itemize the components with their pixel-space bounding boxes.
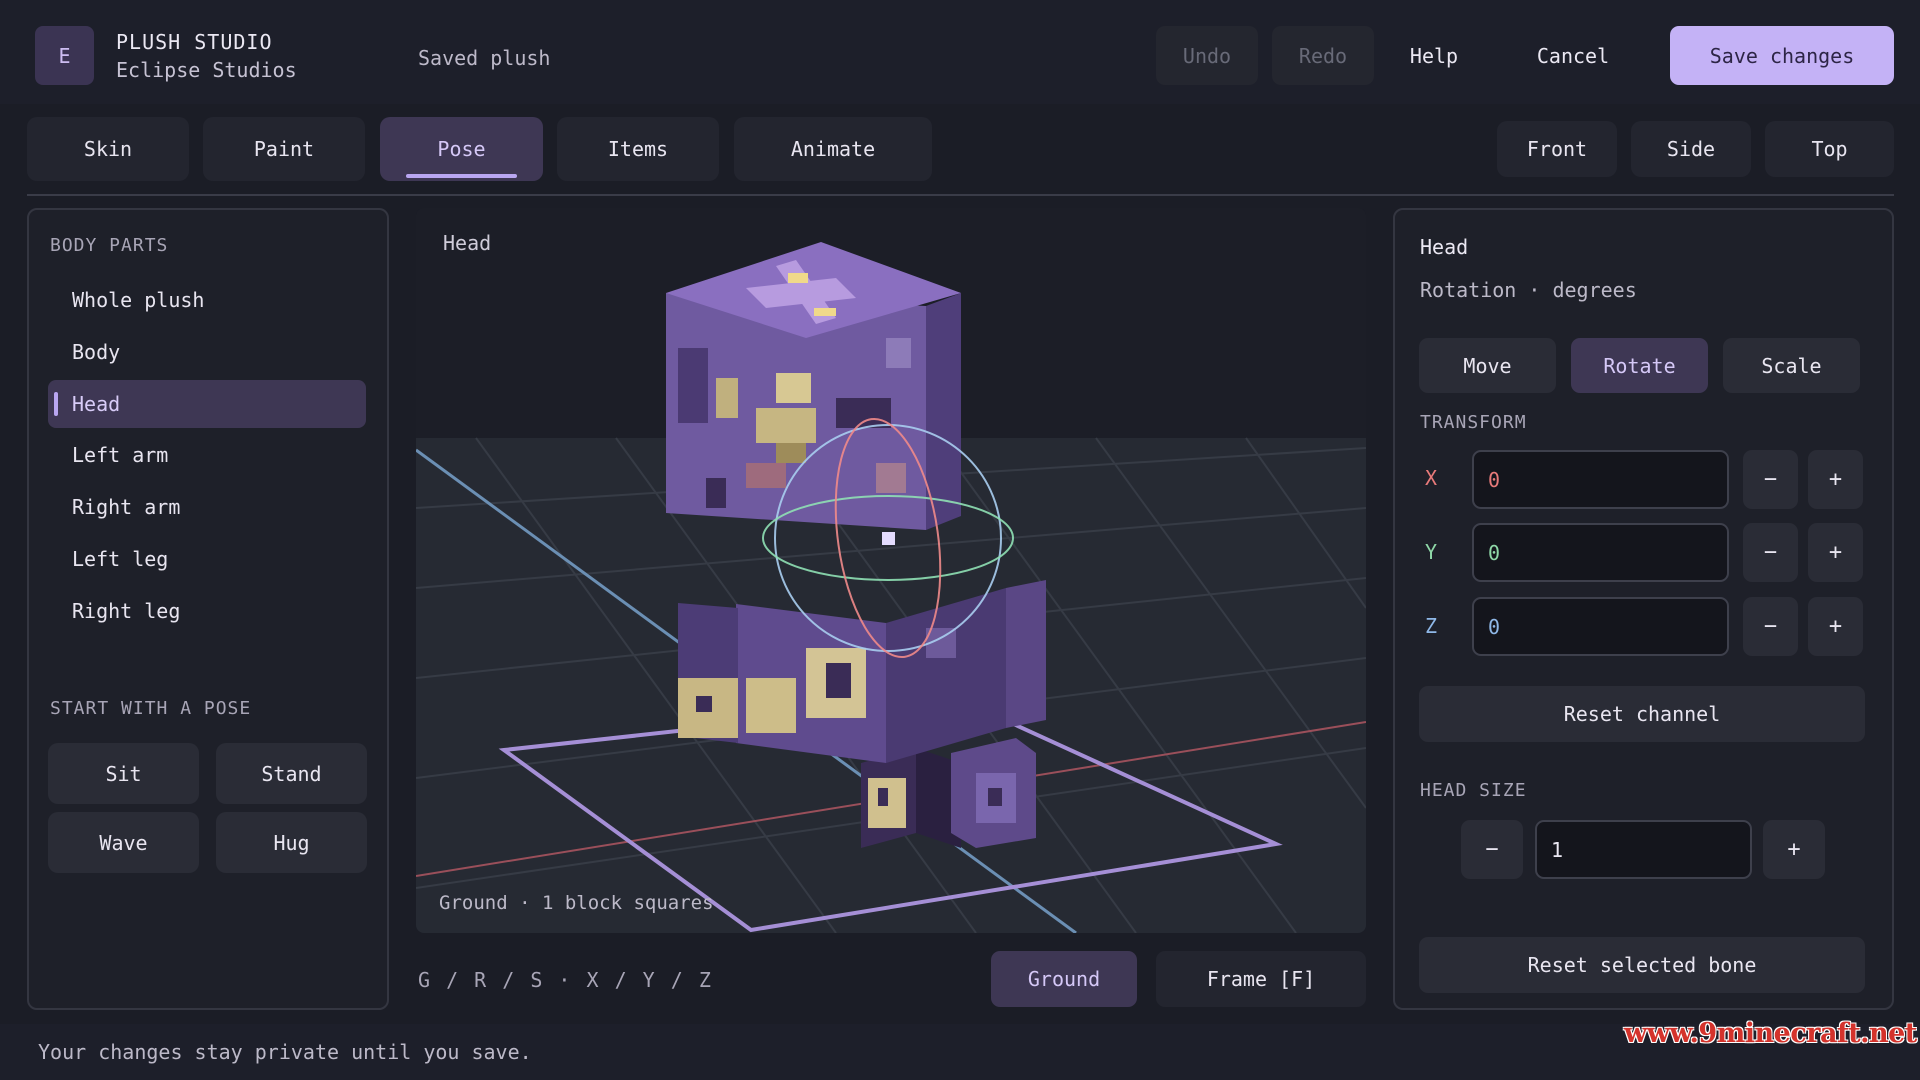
tab-animate[interactable]: Animate [734,117,932,181]
tab-label: Skin [83,137,133,161]
z-axis-label: Z [1425,614,1438,638]
help-button[interactable]: Help [1388,26,1480,85]
body-part-body[interactable]: Body [48,328,366,376]
y-axis-label: Y [1425,540,1438,564]
app-subtitle: Eclipse Studios [116,58,297,82]
ground-toggle-button[interactable]: Ground [991,951,1137,1007]
view-top-button[interactable]: Top [1765,121,1894,177]
pose-sit-button[interactable]: Sit [48,743,199,804]
viewport-selected-label: Head [443,231,492,255]
rotation-y-increment-button[interactable]: + [1808,523,1863,582]
active-tab-indicator [406,174,517,178]
body-part-left-arm[interactable]: Left arm [48,431,366,479]
frame-button[interactable]: Frame [F] [1156,951,1366,1007]
body-part-right-arm[interactable]: Right arm [48,483,366,531]
rotation-y-input[interactable]: 0 [1472,523,1729,582]
mode-rotate-button[interactable]: Rotate [1571,338,1708,393]
pose-wave-button[interactable]: Wave [48,812,199,873]
site-watermark: www.9minecraft.net [1624,1018,1917,1049]
cancel-button[interactable]: Cancel [1490,26,1656,85]
view-front-button[interactable]: Front [1497,121,1617,177]
tab-divider [27,194,1894,196]
head-size-title: HEAD SIZE [1420,780,1527,801]
undo-button[interactable]: Undo [1156,26,1258,85]
body-parts-title: BODY PARTS [50,235,169,256]
body-part-label: Whole plush [72,288,205,312]
body-part-label: Left arm [72,443,169,467]
mode-move-button[interactable]: Move [1419,338,1556,393]
tab-label: Paint [253,137,315,161]
transform-title: TRANSFORM [1420,412,1527,433]
ground-scale-note: Ground · 1 block squares [439,892,714,914]
tab-paint[interactable]: Paint [203,117,365,181]
pose-stand-button[interactable]: Stand [216,743,367,804]
3d-viewport[interactable] [416,208,1366,933]
body-part-label: Head [72,392,121,416]
tab-items[interactable]: Items [557,117,719,181]
rotation-y-decrement-button[interactable]: − [1743,523,1798,582]
head-size-input[interactable]: 1 [1535,820,1752,879]
rotation-x-decrement-button[interactable]: − [1743,450,1798,509]
rotation-z-input[interactable]: 0 [1472,597,1729,656]
body-part-whole-plush[interactable]: Whole plush [48,276,366,324]
body-part-label: Right arm [72,495,181,519]
save-status: Saved plush [418,46,551,70]
selected-bone-title: Head [1420,235,1469,259]
privacy-note: Your changes stay private until you save… [38,1040,532,1064]
app-logo: E [35,26,94,85]
body-part-label: Right leg [72,599,181,623]
rotation-z-decrement-button[interactable]: − [1743,597,1798,656]
x-axis-label: X [1425,466,1438,490]
view-side-button[interactable]: Side [1631,121,1751,177]
rotation-x-input[interactable]: 0 [1472,450,1729,509]
tab-label: Animate [790,137,876,161]
transform-mode-subtitle: Rotation · degrees [1420,278,1637,302]
body-part-right-leg[interactable]: Right leg [48,587,366,635]
reset-selected-bone-button[interactable]: Reset selected bone [1419,937,1865,993]
head-size-decrement-button[interactable]: − [1461,820,1523,879]
reset-channel-button[interactable]: Reset channel [1419,686,1865,742]
body-part-head[interactable]: Head [48,380,366,428]
pose-hug-button[interactable]: Hug [216,812,367,873]
body-part-label: Body [72,340,121,364]
poses-title: START WITH A POSE [50,698,252,719]
body-part-left-leg[interactable]: Left leg [48,535,366,583]
app-title: PLUSH STUDIO [116,30,273,54]
mode-scale-button[interactable]: Scale [1723,338,1860,393]
tab-pose[interactable]: Pose [380,117,543,181]
rotation-z-increment-button[interactable]: + [1808,597,1863,656]
viewport-scene [416,208,1366,933]
tab-label: Items [607,137,669,161]
save-changes-button[interactable]: Save changes [1670,26,1894,85]
tab-label: Pose [437,137,486,161]
body-part-label: Left leg [72,547,169,571]
tab-skin[interactable]: Skin [27,117,189,181]
head-size-increment-button[interactable]: + [1763,820,1825,879]
rotation-x-increment-button[interactable]: + [1808,450,1863,509]
shortcut-hints: G / R / S · X / Y / Z [418,968,713,992]
redo-button[interactable]: Redo [1272,26,1374,85]
